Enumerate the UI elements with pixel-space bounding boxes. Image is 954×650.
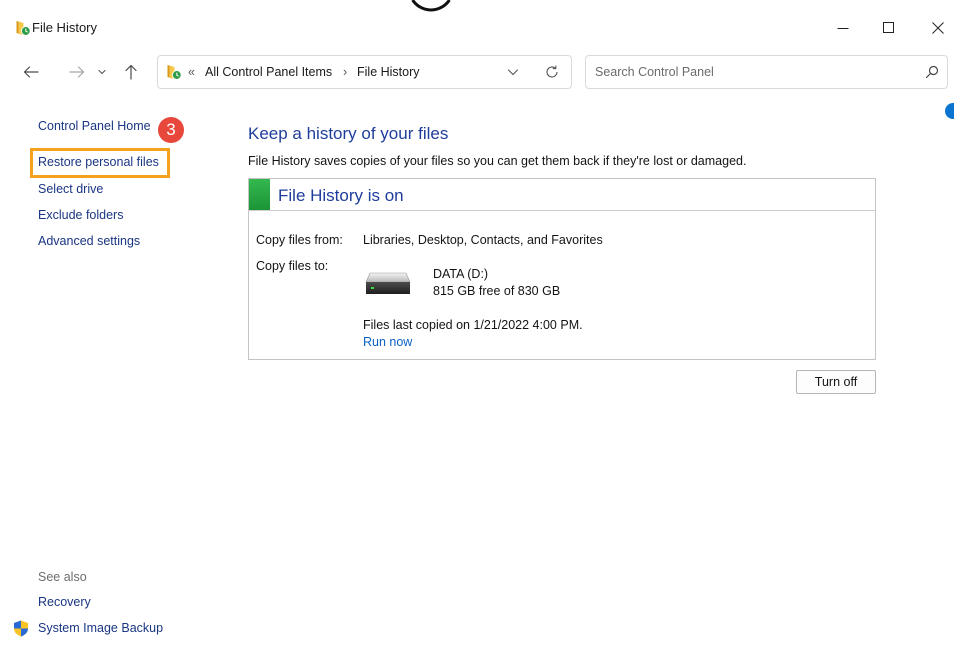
drive-name: DATA (D:) xyxy=(433,267,489,281)
back-button[interactable] xyxy=(18,59,44,85)
search-box[interactable] xyxy=(585,55,948,89)
see-also-recovery[interactable]: Recovery xyxy=(38,594,91,610)
sidebar-item-restore-personal-files[interactable]: Restore personal files xyxy=(38,154,159,170)
up-button[interactable] xyxy=(118,59,144,85)
close-icon[interactable] xyxy=(923,13,953,43)
sidebar-item-advanced-settings[interactable]: Advanced settings xyxy=(38,233,140,249)
copy-from-value: Libraries, Desktop, Contacts, and Favori… xyxy=(363,233,603,247)
search-input[interactable] xyxy=(595,64,915,80)
see-also-label: See also xyxy=(38,570,87,584)
arrow-left-icon[interactable] xyxy=(18,59,44,85)
recent-locations-button[interactable] xyxy=(93,59,111,85)
arrow-up-icon[interactable] xyxy=(118,59,144,85)
status-indicator xyxy=(249,179,270,210)
status-panel: File History is on Copy files from: Libr… xyxy=(248,178,876,360)
close-button[interactable] xyxy=(923,13,953,43)
run-now-link[interactable]: Run now xyxy=(363,334,412,350)
copy-from-label: Copy files from: xyxy=(256,233,343,247)
window-title: File History xyxy=(32,20,98,35)
breadcrumb-overflow[interactable]: « xyxy=(188,64,195,80)
sidebar-item-exclude-folders[interactable]: Exclude folders xyxy=(38,207,123,223)
copy-to-label: Copy files to: xyxy=(256,259,329,273)
maximize-icon[interactable] xyxy=(874,13,904,43)
drive-space: 815 GB free of 830 GB xyxy=(433,284,561,298)
sidebar-item-select-drive[interactable]: Select drive xyxy=(38,181,103,197)
help-button[interactable] xyxy=(945,103,954,119)
chevron-down-icon[interactable] xyxy=(93,59,111,85)
status-divider xyxy=(249,210,875,211)
refresh-icon[interactable] xyxy=(544,64,560,80)
page-title: Keep a history of your files xyxy=(248,124,449,143)
file-history-icon xyxy=(167,65,182,80)
annotation-circle-partial xyxy=(411,0,451,12)
forward-button[interactable] xyxy=(64,59,90,85)
page-description: File History saves copies of your files … xyxy=(248,154,747,168)
last-copied-text: Files last copied on 1/21/2022 4:00 PM. xyxy=(363,318,583,332)
breadcrumb-file-history[interactable]: File History xyxy=(357,64,420,80)
address-bar[interactable]: « All Control Panel Items › File History xyxy=(157,55,572,89)
breadcrumb-separator[interactable]: › xyxy=(343,64,347,80)
step-badge: 3 xyxy=(158,117,184,143)
minimize-icon[interactable] xyxy=(828,13,858,43)
file-history-icon xyxy=(16,21,31,36)
hard-drive-icon xyxy=(365,272,411,294)
turn-off-button[interactable]: Turn off xyxy=(796,370,876,394)
see-also-system-image-backup[interactable]: System Image Backup xyxy=(38,620,163,636)
chevron-down-icon[interactable] xyxy=(507,66,519,78)
status-title: File History is on xyxy=(278,186,404,205)
minimize-button[interactable] xyxy=(828,13,858,43)
breadcrumb-all-control-panel-items[interactable]: All Control Panel Items xyxy=(205,64,332,80)
search-icon[interactable] xyxy=(925,65,939,79)
arrow-right-icon[interactable] xyxy=(64,59,90,85)
maximize-button[interactable] xyxy=(874,13,904,43)
uac-shield-icon xyxy=(14,620,28,637)
sidebar-item-control-panel-home[interactable]: Control Panel Home xyxy=(38,118,151,134)
